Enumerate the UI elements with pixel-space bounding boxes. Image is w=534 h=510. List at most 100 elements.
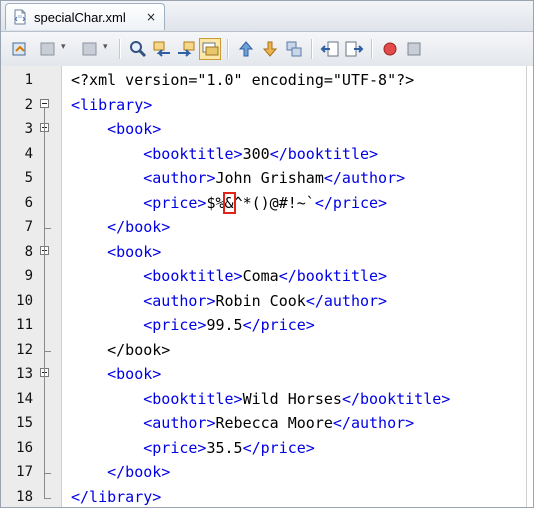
forward-dropdown-icon[interactable]: ▾: [103, 42, 108, 52]
code-line[interactable]: 10 <author>Robin Cook</author>: [1, 290, 533, 315]
code-line[interactable]: 1 <?xml version="1.0" encoding="UTF-8"?>: [1, 69, 533, 94]
xml-tag: </booktitle>: [279, 267, 387, 285]
code-text: <price>35.5</price>: [71, 439, 315, 457]
line-number: 1: [1, 72, 33, 88]
find-next-icon[interactable]: [175, 38, 197, 60]
code-line[interactable]: 15 <author>Rebecca Moore</author>: [1, 412, 533, 437]
code-line[interactable]: 14 <booktitle>Wild Horses</booktitle>: [1, 388, 533, 413]
xml-tag: <booktitle>: [143, 145, 242, 163]
tab-label: specialChar.xml: [34, 10, 126, 25]
code-line[interactable]: 9 <booktitle>Coma</booktitle>: [1, 265, 533, 290]
last-edit-icon[interactable]: [9, 38, 31, 60]
xml-tag: <author>: [143, 414, 215, 432]
code-text: <booktitle>Coma</booktitle>: [71, 267, 387, 285]
xml-tag: <price>: [143, 439, 206, 457]
xml-tag: <?xml: [71, 71, 116, 89]
xml-text: Coma: [243, 267, 279, 285]
xml-text: Wild Horses: [243, 390, 342, 408]
toggle-bookmark-icon[interactable]: [283, 38, 305, 60]
line-number: 8: [1, 244, 33, 260]
line-number: 6: [1, 195, 33, 211]
code-line[interactable]: 3 <book>: [1, 118, 533, 143]
tab-close-icon[interactable]: ×: [146, 10, 156, 24]
code-text: <book>: [71, 365, 161, 383]
code-line[interactable]: 11 <price>99.5</price>: [1, 314, 533, 339]
code-text: </book>: [71, 463, 170, 481]
code-line[interactable]: 13 <book>: [1, 363, 533, 388]
code-line[interactable]: 7 </book>: [1, 216, 533, 241]
xml-tag: </price>: [243, 439, 315, 457]
code-text: </book>: [71, 218, 170, 236]
xml-file-icon: [12, 9, 28, 25]
xml-tag: <booktitle>: [143, 267, 242, 285]
code-line[interactable]: 6 <price>$%&^*()@#!~`</price>: [1, 192, 533, 217]
xml-text: 99.5: [206, 316, 242, 334]
start-macro-icon[interactable]: [379, 38, 401, 60]
next-bookmark-icon[interactable]: [259, 38, 281, 60]
fold-end-marker: [44, 339, 51, 352]
editor-window: specialChar.xml × ▾ ▾: [0, 0, 534, 508]
fold-end-marker: [44, 486, 51, 499]
xml-text: John Grisham: [216, 169, 324, 187]
line-number: 11: [1, 317, 33, 333]
line-number: 10: [1, 293, 33, 309]
xml-tag: </price>: [243, 316, 315, 334]
code-text: <price>$%&^*()@#!~`</price>: [71, 194, 387, 212]
xml-text: </book>: [107, 341, 170, 359]
xml-tag: <book>: [107, 365, 161, 383]
line-number: 17: [1, 464, 33, 480]
code-text: <author>Robin Cook</author>: [71, 292, 387, 310]
find-previous-icon[interactable]: [151, 38, 173, 60]
fold-end-marker: [44, 216, 51, 229]
fold-collapse-icon[interactable]: [40, 99, 49, 108]
code-line[interactable]: 2<library>: [1, 94, 533, 119]
xml-text: 300: [243, 145, 270, 163]
code-line[interactable]: 16 <price>35.5</price>: [1, 437, 533, 462]
code-editor[interactable]: 1 <?xml version="1.0" encoding="UTF-8"?> 2…: [1, 66, 533, 507]
code-text: <booktitle>Wild Horses</booktitle>: [71, 390, 450, 408]
xml-tag: </library>: [71, 488, 161, 506]
fold-guide: [44, 377, 45, 467]
code-text: <booktitle>300</booktitle>: [71, 145, 378, 163]
xml-tag: <author>: [143, 169, 215, 187]
line-number: 12: [1, 342, 33, 358]
xml-tag: <book>: [107, 243, 161, 261]
back-dropdown-icon[interactable]: ▾: [61, 42, 66, 52]
code-text: <?xml version="1.0" encoding="UTF-8"?>: [71, 71, 414, 89]
code-text: <book>: [71, 120, 161, 138]
line-number: 5: [1, 170, 33, 186]
xml-tag: </booktitle>: [270, 145, 378, 163]
xml-tag: </booktitle>: [342, 390, 450, 408]
line-number: 4: [1, 146, 33, 162]
find-selection-icon[interactable]: [127, 38, 149, 60]
line-number: 9: [1, 268, 33, 284]
code-line[interactable]: 4 <booktitle>300</booktitle>: [1, 143, 533, 168]
code-text: <author>Rebecca Moore</author>: [71, 414, 414, 432]
previous-bookmark-icon[interactable]: [235, 38, 257, 60]
xml-text: 35.5: [206, 439, 242, 457]
shift-left-icon[interactable]: [319, 38, 341, 60]
tab-bar: specialChar.xml ×: [1, 1, 533, 32]
line-number: 13: [1, 366, 33, 382]
code-line[interactable]: 8 <book>: [1, 241, 533, 266]
code-line[interactable]: 5 <author>John Grisham</author>: [1, 167, 533, 192]
xml-text: Robin Cook: [216, 292, 306, 310]
toggle-highlight-icon[interactable]: [199, 38, 221, 60]
code-line[interactable]: 17 </book>: [1, 461, 533, 486]
line-number: 18: [1, 489, 33, 505]
code-text: </library>: [71, 488, 161, 506]
line-number: 14: [1, 391, 33, 407]
xml-tag: </author>: [333, 414, 414, 432]
xml-tag: </price>: [315, 194, 387, 212]
tab-specialchar-xml[interactable]: specialChar.xml ×: [5, 3, 165, 30]
back-icon[interactable]: [37, 38, 59, 60]
code-line[interactable]: 12 </book>: [1, 339, 533, 364]
highlighted-ampersand: &: [225, 194, 234, 212]
code-line[interactable]: 18 </library>: [1, 486, 533, 510]
forward-icon[interactable]: [79, 38, 101, 60]
xml-tag: </book>: [107, 218, 170, 236]
xml-tag: <booktitle>: [143, 390, 242, 408]
stop-macro-icon[interactable]: [403, 38, 425, 60]
line-number: 7: [1, 219, 33, 235]
shift-right-icon[interactable]: [343, 38, 365, 60]
